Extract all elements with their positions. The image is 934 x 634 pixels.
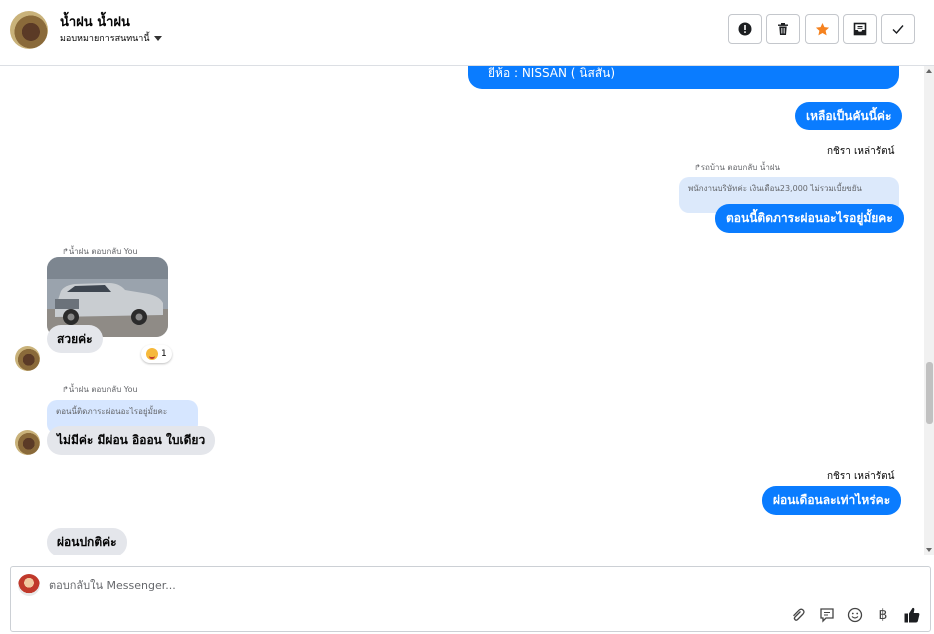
contact-name[interactable]: น้ำฝน น้ำฝน [60,11,130,32]
message-incoming[interactable]: ไม่มีค่ะ มีผ่อน อิออน ใบเดียว [47,426,216,455]
messenger-conversation: น้ำฝน น้ำฝน มอบหมายการสนทนานี้ ยี่ห้อ: … [0,0,934,634]
message-text: สวยค่ะ [57,331,93,346]
message-outgoing[interactable]: ตอนนี้ติดภาระผ่อนอะไรอยู่มั้ยคะ [715,204,904,233]
message-text: ไม่มีค่ะ มีผ่อน อิออน ใบเดียว [57,433,206,447]
assign-conversation-dropdown[interactable]: มอบหมายการสนทนานี้ [60,31,162,45]
message-outgoing[interactable]: เหลือเป็นคันนี้ค่ะ [795,102,903,130]
scroll-down-arrow-icon[interactable] [926,548,932,552]
payment-button[interactable]: ฿ [873,605,893,625]
baht-icon: ฿ [878,607,888,623]
avatar[interactable] [15,346,40,371]
message-scrollbar[interactable] [924,66,934,555]
reply-label: ↱น้ำฝน ตอบกลับ You [62,385,138,394]
caret-down-icon [153,35,162,41]
reply-input[interactable] [49,579,649,592]
reply-composer: ฿ [10,566,931,632]
emoji-button[interactable] [845,605,865,625]
mark-done-button[interactable] [881,14,915,44]
message-thread[interactable]: ยี่ห้อ : NISSAN ( นิสสัน) เหลือเป็นคันนี… [0,66,934,555]
reply-arrow-icon: ↱ [694,163,701,172]
like-button[interactable] [902,605,922,625]
message-outgoing[interactable]: ผ่อนเดือนละเท่าไหร่คะ [762,486,902,515]
thumbs-up-icon [904,607,920,623]
page-avatar [18,574,40,596]
trash-icon [778,23,788,35]
scroll-up-arrow-icon[interactable] [926,69,932,73]
conversation-header: น้ำฝน น้ำฝน มอบหมายการสนทนานี้ [0,0,934,66]
star-button[interactable] [805,14,839,44]
sender-name: กชิรา เหล่ารัตน์ [827,146,895,157]
message-text: ผ่อนปกติค่ะ [57,535,117,549]
saved-reply-button[interactable] [817,605,837,625]
check-icon [892,25,904,35]
attach-button[interactable] [788,605,808,625]
archive-button[interactable] [843,14,877,44]
reply-arrow-icon: ↱ [62,385,69,394]
paperclip-icon [793,608,805,621]
avatar[interactable] [15,430,40,455]
delete-button[interactable] [766,14,800,44]
scroll-thumb[interactable] [926,362,933,424]
alert-icon [738,22,752,36]
message-text: ยี่ห้อ : NISSAN ( นิสสัน) [488,66,616,80]
message-text: ตอนนี้ติดภาระผ่อนอะไรอยู่มั้ยคะ [726,211,893,225]
reply-arrow-icon: ↱ [62,247,69,256]
message-incoming[interactable]: ผ่อนปกติค่ะ [47,528,127,555]
emoji-icon [847,607,863,623]
avatar[interactable] [10,11,48,49]
message-incoming[interactable]: สวยค่ะ [47,325,103,353]
reaction-badge[interactable]: 1 [141,345,172,363]
reaction-count: 1 [161,349,167,359]
message-outgoing[interactable]: ยี่ห้อ : NISSAN ( นิสสัน) [468,66,899,89]
star-icon [815,22,829,35]
heart-eyes-emoji-icon [146,348,158,360]
message-text: เหลือเป็นคันนี้ค่ะ [806,108,892,123]
assign-label: มอบหมายการสนทนานี้ [60,34,150,44]
note-icon [820,608,834,623]
message-text: ผ่อนเดือนละเท่าไหร่คะ [773,493,891,507]
sender-name: กชิรา เหล่ารัตน์ [827,471,895,482]
archive-icon [853,22,867,36]
mark-spam-button[interactable] [728,14,762,44]
reply-label: ↱รถบ้าน ตอบกลับ น้ำฝน [694,163,780,172]
